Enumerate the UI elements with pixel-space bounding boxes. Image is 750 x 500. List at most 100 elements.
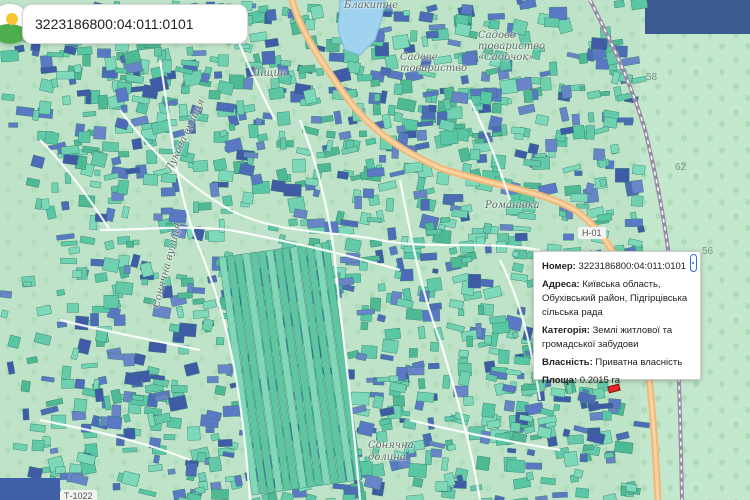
land-parcel (248, 123, 259, 139)
land-parcel (552, 491, 568, 499)
road-number-62: 62 (675, 162, 687, 173)
land-parcel (217, 169, 234, 182)
land-parcel (217, 54, 229, 67)
land-parcel (428, 302, 443, 311)
land-parcel (61, 365, 72, 381)
land-parcel (178, 322, 197, 338)
land-parcel (596, 402, 614, 410)
land-parcel (102, 257, 120, 273)
land-parcel (389, 375, 399, 383)
land-parcel (312, 189, 321, 198)
land-parcel (499, 223, 514, 231)
land-parcel (342, 494, 356, 500)
land-parcel (93, 126, 107, 140)
land-parcel (489, 315, 507, 324)
land-parcel (467, 273, 482, 289)
land-parcel (228, 123, 236, 132)
land-parcel (507, 447, 517, 454)
land-parcel (222, 195, 233, 207)
land-parcel (78, 131, 91, 143)
land-parcel (0, 290, 13, 299)
land-parcel (178, 103, 188, 117)
land-parcel (31, 439, 45, 452)
land-parcel (141, 278, 149, 286)
land-parcel (602, 410, 612, 421)
road-number-58: 58 (646, 72, 658, 83)
land-parcel (236, 100, 245, 115)
parcel-ownership-row: Власність: Приватна власність (542, 357, 683, 368)
land-parcel (540, 77, 552, 91)
land-parcel (446, 194, 464, 203)
cadastral-map[interactable] (0, 0, 750, 500)
land-parcel (280, 60, 292, 67)
land-parcel (574, 170, 583, 177)
land-parcel (419, 252, 438, 262)
land-parcel (170, 385, 188, 393)
land-parcel (66, 303, 79, 313)
land-parcel (525, 462, 543, 470)
land-parcel (76, 89, 91, 97)
land-parcel (358, 130, 367, 138)
land-parcel (243, 77, 254, 90)
cadastral-number-input[interactable] (35, 16, 235, 32)
parcel-area-value: 0.2015 га (579, 375, 621, 386)
land-parcel (74, 378, 86, 390)
land-parcel (418, 11, 434, 23)
land-parcel (97, 48, 111, 58)
land-parcel (370, 463, 386, 478)
land-parcel (207, 456, 223, 473)
land-parcel (510, 421, 522, 433)
close-popup-button[interactable] (690, 254, 697, 272)
village-top-label: Ліщин (252, 68, 287, 79)
land-parcel (351, 391, 370, 406)
land-parcel (427, 362, 440, 370)
land-parcel (590, 37, 608, 51)
land-parcel (160, 207, 174, 215)
land-parcel (22, 408, 30, 421)
land-parcel (366, 217, 382, 223)
land-parcel (407, 366, 425, 376)
land-parcel (575, 487, 590, 499)
land-parcel (412, 477, 424, 488)
land-parcel (143, 173, 159, 186)
land-parcel (459, 240, 475, 254)
land-parcel (593, 148, 606, 161)
coop-label: Садове товариство «Садочок» (478, 30, 546, 63)
land-parcel (526, 448, 536, 457)
land-parcel (192, 298, 205, 305)
land-parcel (405, 308, 424, 321)
land-parcel (279, 137, 287, 150)
land-parcel (396, 125, 406, 133)
land-parcel (29, 423, 46, 433)
land-parcel (310, 115, 322, 124)
land-parcel (491, 165, 498, 173)
land-parcel (475, 455, 491, 472)
land-parcel (372, 104, 382, 116)
land-parcel (469, 148, 481, 161)
land-parcel (379, 66, 392, 77)
land-parcel (440, 216, 451, 224)
land-parcel (560, 84, 573, 99)
land-parcel (458, 309, 465, 316)
land-parcel (217, 439, 233, 448)
land-parcel (391, 34, 410, 51)
land-parcel (32, 109, 40, 121)
land-parcel (112, 482, 121, 491)
land-parcel (153, 213, 163, 221)
romanivka-label: Романівка (485, 200, 540, 211)
land-parcel (567, 434, 584, 445)
land-parcel (477, 304, 485, 315)
land-parcel (484, 335, 492, 345)
land-parcel (428, 23, 446, 31)
land-parcel (181, 85, 190, 94)
land-parcel (545, 138, 558, 153)
land-parcel (73, 64, 82, 73)
land-parcel (620, 485, 627, 497)
search-bar[interactable] (22, 4, 248, 44)
land-parcel (114, 87, 129, 103)
land-parcel (387, 227, 397, 241)
land-parcel (515, 76, 533, 92)
land-parcel (630, 179, 644, 194)
land-parcel (377, 283, 386, 292)
land-parcel (442, 374, 451, 389)
